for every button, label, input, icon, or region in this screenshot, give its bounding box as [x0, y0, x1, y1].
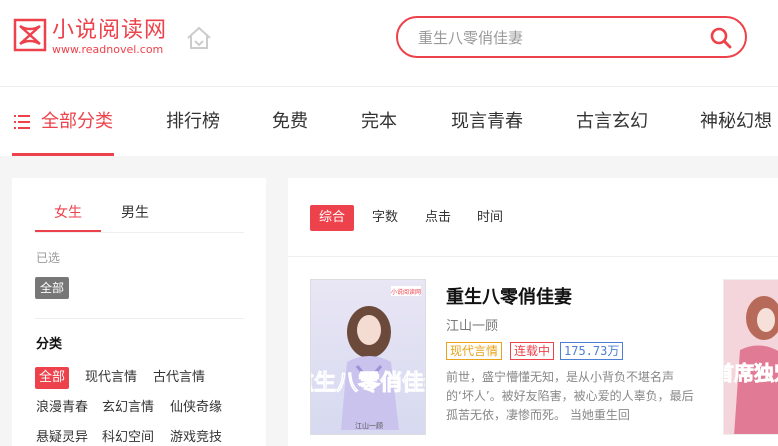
nav-modern-romance[interactable]: 现言青春	[451, 111, 523, 133]
category-all[interactable]: 全部	[35, 367, 70, 389]
logo-text: 小说阅读网	[52, 18, 168, 43]
category-title: 分类	[36, 337, 63, 352]
home-icon[interactable]	[186, 26, 212, 50]
category-scifi[interactable]: 科幻空间	[102, 427, 154, 446]
nav-mystery-fantasy[interactable]: 神秘幻想	[700, 111, 772, 133]
category-xianxia[interactable]: 仙侠奇缘	[170, 397, 222, 419]
tag-category[interactable]: 现代言情	[446, 342, 503, 360]
nav-ranking[interactable]: 排行榜	[166, 111, 220, 133]
sort-word-count[interactable]: 字数	[372, 205, 398, 231]
logo-url: www.readnovel.com	[52, 43, 164, 56]
header: 小说阅读网 www.readnovel.com	[0, 0, 778, 86]
nav-active-indicator	[12, 153, 114, 156]
divider	[35, 318, 244, 319]
svg-text:首席独宠: 首席独宠	[724, 361, 778, 385]
category-gaming[interactable]: 游戏竞技	[170, 427, 222, 446]
search-box	[396, 16, 747, 58]
category-suspense[interactable]: 悬疑灵异	[36, 427, 88, 446]
category-fantasy-romance[interactable]: 玄幻言情	[102, 397, 154, 419]
book-cover[interactable]: 小说阅读网 重生八零俏佳妻 江山一顾	[310, 279, 426, 435]
book-title[interactable]: 重生八零俏佳妻	[446, 283, 572, 309]
menu-icon	[14, 115, 30, 129]
search-icon[interactable]	[709, 26, 733, 50]
selected-filter-chip[interactable]: 全部	[35, 277, 70, 299]
logo-icon	[13, 18, 47, 52]
filter-sidebar: 女生 男生 已选 全部 分类 全部 现代言情 古代言情 浪漫青春 玄幻言情 仙侠…	[12, 178, 266, 446]
sort-clicks[interactable]: 点击	[425, 205, 451, 231]
category-ancient-romance[interactable]: 古代言情	[153, 367, 205, 389]
tag-word-count: 175.73万	[560, 342, 624, 360]
selected-label: 已选	[36, 251, 61, 265]
nav-all-categories[interactable]: 全部分类	[41, 111, 113, 133]
book-description: 前世，盛宁懵懂无知，是从小背负不堪名声的‘坏人’。被好友陷害，被心爱的人辜负，最…	[446, 370, 694, 422]
book-cover-art: 小说阅读网 重生八零俏佳妻 江山一顾	[311, 280, 426, 434]
svg-text:江山一顾: 江山一顾	[355, 421, 383, 430]
nav-free[interactable]: 免费	[272, 111, 308, 133]
tag-status: 连载中	[510, 342, 555, 360]
divider	[288, 256, 778, 257]
category-modern-romance[interactable]: 现代言情	[85, 367, 137, 389]
site-logo[interactable]: 小说阅读网 www.readnovel.com	[12, 18, 172, 58]
nav-ancient-fantasy[interactable]: 古言玄幻	[576, 111, 648, 133]
sort-overall[interactable]: 综合	[310, 205, 355, 231]
book-author[interactable]: 江山一顾	[446, 315, 498, 334]
sort-time[interactable]: 时间	[477, 205, 503, 231]
svg-text:小说阅读网: 小说阅读网	[391, 288, 421, 296]
search-input[interactable]	[418, 27, 698, 49]
main-nav: 全部分类 排行榜 免费 完本 现言青春 古言玄幻 神秘幻想	[0, 86, 778, 156]
book-cover-2[interactable]: 首席独宠	[723, 279, 778, 435]
category-youth[interactable]: 浪漫青春	[36, 397, 88, 419]
book-cover-2-art: 首席独宠	[724, 280, 778, 434]
divider	[35, 232, 244, 233]
tab-female[interactable]: 女生	[54, 204, 82, 222]
svg-text:重生八零俏佳妻: 重生八零俏佳妻	[311, 370, 426, 396]
book-list-panel: 综合 字数 点击 时间 小说阅读网 重生八零俏佳妻 江山一顾 重生八零俏佳妻 江…	[288, 178, 778, 446]
tab-active-indicator	[35, 230, 101, 232]
nav-finished[interactable]: 完本	[361, 111, 397, 133]
tab-male[interactable]: 男生	[121, 204, 149, 222]
